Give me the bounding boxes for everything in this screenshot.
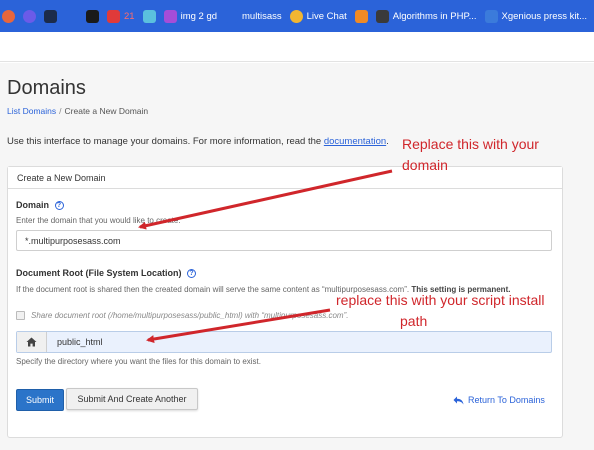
question-mark-icon[interactable]: ? <box>54 201 64 211</box>
intro-text-end: . <box>386 136 389 147</box>
chart-icon <box>354 9 368 23</box>
page-title: Domains <box>7 77 86 99</box>
document-root-label: Document Root (File System Location) ? <box>16 268 197 279</box>
return-to-domains-label: Return To Domains <box>468 395 545 405</box>
bookmark-label: img 2 gd <box>180 10 218 22</box>
messenger-icon <box>23 9 36 23</box>
arrow-app-icon <box>65 9 78 23</box>
document-root-input[interactable]: public_html <box>47 332 551 352</box>
bookmark-item[interactable] <box>65 9 78 23</box>
bookmark-item[interactable] <box>142 9 156 23</box>
document-root-directory-hint: Specify the directory where you want the… <box>16 357 262 366</box>
browser-app-icon <box>2 9 15 23</box>
bars-icon <box>163 9 177 23</box>
submit-button[interactable]: Submit <box>16 389 64 411</box>
bookmark-item[interactable]: Algorithms in PHP... <box>375 9 477 23</box>
bookmark-label: Xgenious press kit... <box>501 10 588 22</box>
document-root-input-group: public_html <box>16 331 552 353</box>
bookmark-item[interactable]: Xgenious press kit... <box>484 9 588 23</box>
bookmark-label: 21 <box>124 10 135 22</box>
bookmark-item[interactable] <box>23 9 36 23</box>
intro-text: Use this interface to manage your domain… <box>7 136 389 147</box>
cloud-app-icon <box>142 9 156 23</box>
bookmark-label: multisass <box>242 10 282 22</box>
return-to-domains-link[interactable]: Return To Domains <box>453 395 545 405</box>
bookmark-item[interactable] <box>354 9 368 23</box>
documentation-link[interactable]: documentation <box>324 136 386 147</box>
share-document-root-checkbox[interactable] <box>16 311 25 320</box>
document-root-label-text: Document Root (File System Location) <box>16 268 182 278</box>
annotation-note-domain-line1: Replace this with your <box>402 136 539 152</box>
bookmark-label: Live Chat <box>306 10 347 22</box>
home-icon <box>17 332 47 352</box>
breadcrumb-current: Create a New Domain <box>64 106 149 116</box>
submit-and-create-another-button[interactable]: Submit And Create Another <box>66 388 198 410</box>
doc-icon <box>484 9 498 23</box>
bookmark-item[interactable]: 21 <box>107 9 135 23</box>
bookmark-item[interactable]: Live Chat <box>289 9 347 23</box>
cl-app-icon <box>86 9 99 23</box>
annotation-note-path-line2: path <box>400 313 428 329</box>
domain-hint: Enter the domain that you would like to … <box>16 216 181 225</box>
browser-toolbar-spacer <box>0 32 594 62</box>
bookmark-item[interactable]: img 2 gd <box>163 9 218 23</box>
wordpress-icon <box>375 9 389 23</box>
bookmark-item[interactable] <box>86 9 99 23</box>
bookmark-item[interactable] <box>44 9 57 23</box>
share-document-root-label: Share document root (/home/multipurposes… <box>31 311 349 320</box>
reply-arrow-icon <box>453 396 464 404</box>
intro-text-body: Use this interface to manage your domain… <box>7 136 322 147</box>
domain-label: Domain ? <box>16 200 64 211</box>
domain-input[interactable] <box>16 230 552 251</box>
share-document-root-row[interactable]: Share document root (/home/multipurposes… <box>16 311 348 320</box>
bookmark-label: Algorithms in PHP... <box>392 10 477 22</box>
annotation-note-path-line1: replace this with your script install <box>336 292 545 308</box>
breadcrumb-list-domains-link[interactable]: List Domains <box>7 106 56 116</box>
annotation-note-domain-line2: domain <box>402 157 448 173</box>
breadcrumb-separator: / <box>59 106 62 116</box>
folder-icon <box>225 9 239 23</box>
question-mark-icon[interactable]: ? <box>187 269 197 279</box>
bookmark-item[interactable]: multisass <box>225 9 282 23</box>
domain-label-text: Domain <box>16 200 50 210</box>
circle-icon <box>289 9 303 23</box>
counter-icon <box>107 9 120 23</box>
bookmark-item[interactable] <box>2 9 15 23</box>
bookmarks-bar: 21 img 2 gd multisass Live Chat Algorithms i… <box>0 0 594 32</box>
breadcrumb: List Domains / Create a New Domain <box>7 106 148 116</box>
panel-title: Create a New Domain <box>8 167 562 189</box>
bookmark-app-icon <box>44 9 57 23</box>
